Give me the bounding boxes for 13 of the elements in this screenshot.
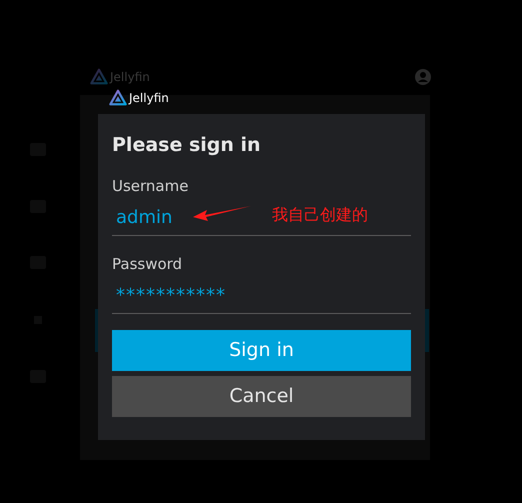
field-label: Username xyxy=(112,176,190,196)
server-title: Jellyfin xyxy=(129,90,169,107)
dialog-title: Please sign in xyxy=(112,133,262,158)
annotation-text: 我自己创建的 xyxy=(272,204,368,226)
logo-icon xyxy=(90,68,108,86)
arrow xyxy=(193,204,251,222)
user-icon[interactable] xyxy=(415,69,431,85)
field-label: Password xyxy=(112,254,184,274)
logo-icon xyxy=(109,89,127,107)
sign-in-button[interactable]: Sign in xyxy=(112,330,411,371)
password-field[interactable]: *********** xyxy=(112,280,411,314)
cancel-button[interactable]: Cancel xyxy=(112,376,411,417)
app-title: Jellyfin xyxy=(110,69,150,86)
